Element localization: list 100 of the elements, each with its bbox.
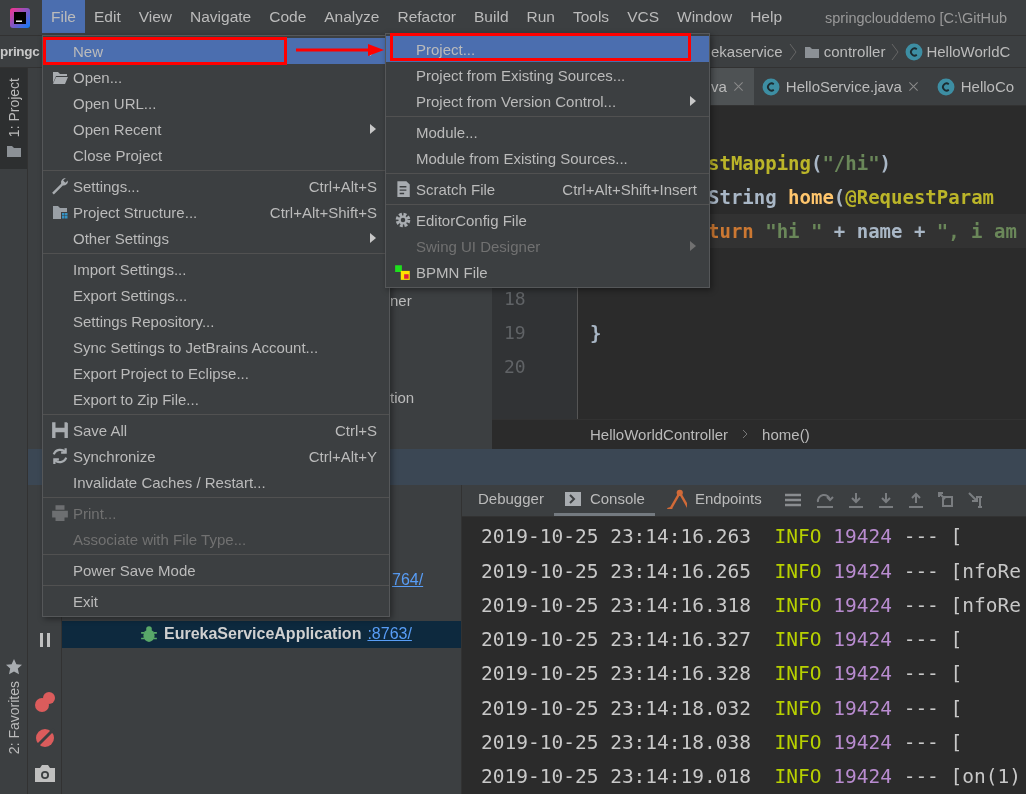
- breakpoints-icon: [33, 690, 56, 713]
- tool-window-tab[interactable]: 1: Project: [0, 68, 27, 170]
- tool-window-tab[interactable]: 2: Favorites: [0, 648, 27, 794]
- panel-tab[interactable]: Endpoints: [654, 484, 772, 516]
- step-into-icon: [847, 492, 864, 509]
- chevron-icon: [890, 41, 901, 62]
- close-icon: [732, 81, 744, 92]
- menu-item[interactable]: EditorConfig File: [386, 207, 709, 233]
- menu-item[interactable]: Export to Zip File...: [43, 386, 389, 412]
- step-over-icon: [815, 492, 834, 509]
- menu-item[interactable]: Open Recent: [43, 116, 389, 142]
- code-line: String home(@RequestParam: [708, 186, 994, 208]
- editor-tab[interactable]: va: [711, 68, 754, 105]
- menu-bar-item[interactable]: Tools: [563, 0, 619, 33]
- class-icon: [761, 77, 780, 96]
- breadcrumb-item[interactable]: ekaservice: [711, 43, 783, 60]
- menu-bar-item[interactable]: Build: [465, 0, 518, 33]
- menu-bar-item[interactable]: Refactor: [388, 0, 466, 33]
- sync-icon: [51, 447, 69, 465]
- menu-bar-item[interactable]: Navigate: [181, 0, 261, 33]
- keyboard-shortcut: Ctrl+Alt+Shift+Insert: [561, 180, 697, 198]
- panel-tab[interactable]: Debugger: [468, 484, 554, 516]
- console-icon: [563, 490, 582, 507]
- menu-item[interactable]: Project from Existing Sources...: [386, 62, 709, 88]
- star-icon: [5, 658, 22, 675]
- editor-tab[interactable]: HelloService.java: [753, 68, 929, 105]
- log-line: 2019-10-25 23:14:19.018 INFO 19424 --- [on(1): [481, 764, 1023, 791]
- keyboard-shortcut: Ctrl+Alt+Shift+S: [268, 203, 377, 221]
- mute-breakpoints-icon: [33, 726, 56, 749]
- bug-icon: [140, 625, 158, 644]
- menu-item[interactable]: Save All Ctrl+S: [43, 417, 389, 443]
- log-line: 2019-10-25 23:14:18.038 INFO 19424 --- [: [481, 730, 964, 757]
- menu-item[interactable]: Invalidate Caches / Restart...: [43, 469, 389, 495]
- tree-item[interactable]: tion: [390, 389, 415, 406]
- keyboard-shortcut: Ctrl+Alt+S: [307, 177, 377, 195]
- breadcrumb-item[interactable]: controller: [823, 43, 886, 60]
- menu-item[interactable]: Project from Version Control...: [386, 88, 709, 114]
- class-icon: [936, 77, 955, 96]
- menu-item[interactable]: Exit: [43, 588, 389, 614]
- menu-item[interactable]: Export Settings...: [43, 282, 389, 308]
- save-icon: [51, 421, 69, 439]
- tree-row[interactable]: EurekaServiceApplication :8763/: [62, 620, 461, 648]
- menu-bar-item[interactable]: Edit: [85, 0, 130, 33]
- printer-icon: [50, 504, 70, 522]
- breadcrumb-item[interactable]: home(): [762, 425, 810, 443]
- menu-bar-item[interactable]: Run: [517, 0, 564, 33]
- tree-item[interactable]: ner: [390, 292, 412, 309]
- menu-item[interactable]: Scratch File Ctrl+Alt+Shift+Insert: [386, 176, 709, 202]
- menu-item[interactable]: BPMN File: [386, 259, 709, 285]
- menu-icon: [783, 492, 802, 509]
- menu-item[interactable]: Power Save Mode: [43, 557, 389, 583]
- app-logo: [10, 7, 30, 28]
- gear-icon: [394, 211, 412, 229]
- menu-item[interactable]: Open URL...: [43, 90, 389, 116]
- menu-item[interactable]: Sync Settings to JetBrains Account...: [43, 334, 389, 360]
- menu-bar-item[interactable]: Window: [668, 0, 742, 33]
- code-line: }: [590, 322, 602, 344]
- log-line: 2019-10-25 23:14:16.265 INFO 19424 --- [nfoRe: [481, 558, 1023, 585]
- menu-bar-item[interactable]: Help: [741, 0, 792, 33]
- menu-item[interactable]: Settings Repository...: [43, 308, 389, 334]
- close-icon: [907, 81, 919, 92]
- keyboard-shortcut: Ctrl+S: [333, 421, 377, 439]
- log-line: 2019-10-25 23:14:16.263 INFO 19424 --- [: [481, 524, 964, 551]
- scratch-file-icon: [394, 180, 412, 198]
- breadcrumb-item[interactable]: HelloWorldC: [926, 43, 1011, 60]
- step-out-icon: [907, 492, 924, 509]
- menu-item[interactable]: Import Settings...: [43, 256, 389, 282]
- menu-item[interactable]: Close Project: [43, 142, 389, 168]
- log-line: 2019-10-25 23:14:16.327 INFO 19424 --- [: [481, 627, 964, 654]
- chevron-icon: [787, 41, 798, 62]
- app-name: EurekaServiceApplication: [164, 625, 362, 644]
- editor-tab[interactable]: HelloCo: [928, 68, 1025, 105]
- menu-item[interactable]: Project Structure... Ctrl+Alt+Shift+S: [43, 199, 389, 225]
- menu-item[interactable]: Module...: [386, 119, 709, 145]
- port-link[interactable]: :8763/: [367, 625, 412, 644]
- menu-item[interactable]: Settings... Ctrl+Alt+S: [43, 173, 389, 199]
- menu-item[interactable]: Other Settings: [43, 225, 389, 251]
- project-crumb[interactable]: pringc: [0, 44, 40, 59]
- menu-item[interactable]: Synchronize Ctrl+Alt+Y: [43, 443, 389, 469]
- menu-item[interactable]: Open...: [43, 64, 389, 90]
- drop-frame-icon: [937, 492, 954, 509]
- breadcrumb-item[interactable]: HelloWorldController: [590, 425, 729, 443]
- menu-bar-item[interactable]: Code: [260, 0, 316, 33]
- force-step-into-icon: [877, 492, 894, 509]
- port-link[interactable]: 764/: [392, 571, 424, 590]
- bpmn-file-icon: [394, 263, 412, 281]
- log-line: 2019-10-25 23:14:18.032 INFO 19424 --- [: [481, 695, 964, 722]
- code-line: stMapping("/hi"): [708, 152, 892, 174]
- code-line: turn "hi " + name + ", i am: [708, 220, 1017, 242]
- run-to-cursor-icon: [967, 492, 984, 509]
- menu-item[interactable]: Export Project to Eclipse...: [43, 360, 389, 386]
- folder-icon: [4, 143, 23, 160]
- project-structure-icon: [50, 204, 70, 220]
- log-line: 2019-10-25 23:14:16.328 INFO 19424 --- [: [481, 661, 964, 688]
- menu-item[interactable]: Module from Existing Sources...: [386, 145, 709, 171]
- wrench-icon: [51, 177, 69, 195]
- menu-bar-item[interactable]: Analyze: [315, 0, 389, 33]
- endpoints-icon: [664, 488, 687, 509]
- menu-bar-item[interactable]: View: [129, 0, 182, 33]
- menu-bar-item[interactable]: VCS: [618, 0, 668, 33]
